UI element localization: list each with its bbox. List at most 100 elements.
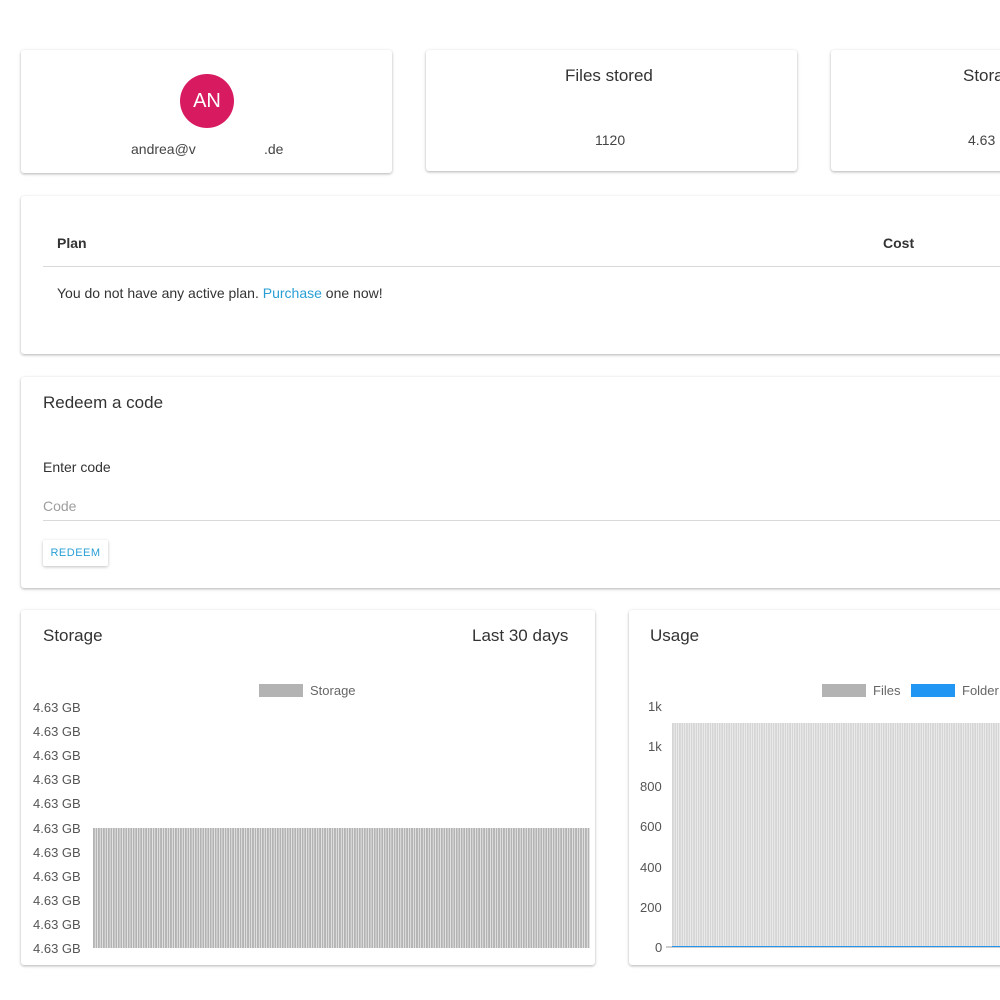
files-bar[interactable] <box>929 723 932 947</box>
storage-bar[interactable] <box>249 828 252 948</box>
storage-bar[interactable] <box>197 828 200 948</box>
storage-bar[interactable] <box>505 828 508 948</box>
storage-bar[interactable] <box>311 828 314 948</box>
storage-legend-swatch[interactable] <box>259 684 303 697</box>
storage-bar[interactable] <box>207 828 210 948</box>
files-bar[interactable] <box>821 723 824 947</box>
storage-bar[interactable] <box>172 828 175 948</box>
files-bar[interactable] <box>786 723 789 947</box>
storage-bar[interactable] <box>125 828 128 948</box>
files-bar[interactable] <box>915 723 918 947</box>
storage-bar[interactable] <box>361 828 364 948</box>
files-bar[interactable] <box>899 723 902 947</box>
storage-bar[interactable] <box>135 828 138 948</box>
storage-bar[interactable] <box>299 828 302 948</box>
files-bar[interactable] <box>974 723 977 947</box>
storage-bar[interactable] <box>488 828 490 948</box>
storage-bar[interactable] <box>306 828 309 948</box>
files-bar[interactable] <box>739 723 742 947</box>
files-bar[interactable] <box>943 723 946 947</box>
files-bar[interactable] <box>756 723 759 947</box>
storage-bar[interactable] <box>478 828 481 948</box>
storage-bar[interactable] <box>418 828 421 948</box>
files-bar[interactable] <box>840 723 843 947</box>
files-bar[interactable] <box>920 723 923 947</box>
storage-bar[interactable] <box>560 828 563 948</box>
storage-bar[interactable] <box>445 828 448 948</box>
files-legend-swatch[interactable] <box>822 684 866 697</box>
storage-bar[interactable] <box>321 828 324 948</box>
storage-bar[interactable] <box>199 828 202 948</box>
storage-bar[interactable] <box>182 828 185 948</box>
storage-bar[interactable] <box>259 828 262 948</box>
files-bar[interactable] <box>775 723 777 947</box>
files-bar[interactable] <box>674 723 677 947</box>
files-bar[interactable] <box>868 723 871 947</box>
storage-bar[interactable] <box>189 828 192 948</box>
storage-bar[interactable] <box>167 828 170 948</box>
storage-bar[interactable] <box>100 828 103 948</box>
files-bar[interactable] <box>803 723 806 947</box>
storage-bar[interactable] <box>368 828 371 948</box>
storage-bar[interactable] <box>537 828 540 948</box>
storage-bar[interactable] <box>520 828 523 948</box>
files-bar[interactable] <box>793 723 796 947</box>
storage-bar[interactable] <box>500 828 503 948</box>
storage-bar[interactable] <box>316 828 319 948</box>
files-bar[interactable] <box>824 723 827 947</box>
storage-bar[interactable] <box>341 828 344 948</box>
files-bar[interactable] <box>939 723 941 947</box>
storage-bar[interactable] <box>510 828 513 948</box>
storage-bar[interactable] <box>147 828 150 948</box>
storage-bar[interactable] <box>458 828 461 948</box>
files-bar[interactable] <box>814 723 817 947</box>
files-bar[interactable] <box>843 723 845 947</box>
storage-bar[interactable] <box>120 828 123 948</box>
storage-bar[interactable] <box>117 828 120 948</box>
storage-bar[interactable] <box>498 828 500 948</box>
files-bar[interactable] <box>967 723 970 947</box>
storage-bar[interactable] <box>540 828 543 948</box>
storage-bar[interactable] <box>222 828 225 948</box>
files-bar[interactable] <box>978 723 981 947</box>
storage-bar[interactable] <box>570 828 572 948</box>
files-bar[interactable] <box>789 723 791 947</box>
storage-bar[interactable] <box>130 828 133 948</box>
files-bar[interactable] <box>683 723 686 947</box>
files-bar[interactable] <box>826 723 829 947</box>
storage-bar[interactable] <box>463 828 466 948</box>
storage-bar[interactable] <box>557 828 560 948</box>
storage-bar[interactable] <box>525 828 528 948</box>
storage-bar[interactable] <box>532 828 535 948</box>
files-bar[interactable] <box>880 723 883 947</box>
files-bar[interactable] <box>976 723 979 947</box>
storage-bar[interactable] <box>247 828 249 948</box>
storage-bar[interactable] <box>254 828 257 948</box>
files-bar[interactable] <box>707 723 709 947</box>
storage-bar[interactable] <box>552 828 555 948</box>
storage-bar[interactable] <box>214 828 217 948</box>
storage-bar[interactable] <box>102 828 105 948</box>
files-bar[interactable] <box>885 723 888 947</box>
files-bar[interactable] <box>770 723 773 947</box>
files-bar[interactable] <box>709 723 712 947</box>
files-bar[interactable] <box>948 723 951 947</box>
files-bar[interactable] <box>721 723 724 947</box>
storage-bar[interactable] <box>336 828 339 948</box>
purchase-link[interactable]: Purchase <box>263 285 322 301</box>
storage-bar[interactable] <box>468 828 471 948</box>
storage-bar[interactable] <box>433 828 436 948</box>
storage-bar[interactable] <box>97 828 100 948</box>
files-bar[interactable] <box>744 723 747 947</box>
files-bar[interactable] <box>798 723 801 947</box>
storage-bar[interactable] <box>376 828 379 948</box>
storage-bar[interactable] <box>175 828 177 948</box>
storage-bar[interactable] <box>179 828 182 948</box>
storage-bar[interactable] <box>547 828 550 948</box>
storage-bar[interactable] <box>242 828 244 948</box>
storage-bar[interactable] <box>160 828 162 948</box>
files-bar[interactable] <box>679 723 681 947</box>
files-bar[interactable] <box>866 723 869 947</box>
storage-bar[interactable] <box>428 828 431 948</box>
files-bar[interactable] <box>763 723 766 947</box>
